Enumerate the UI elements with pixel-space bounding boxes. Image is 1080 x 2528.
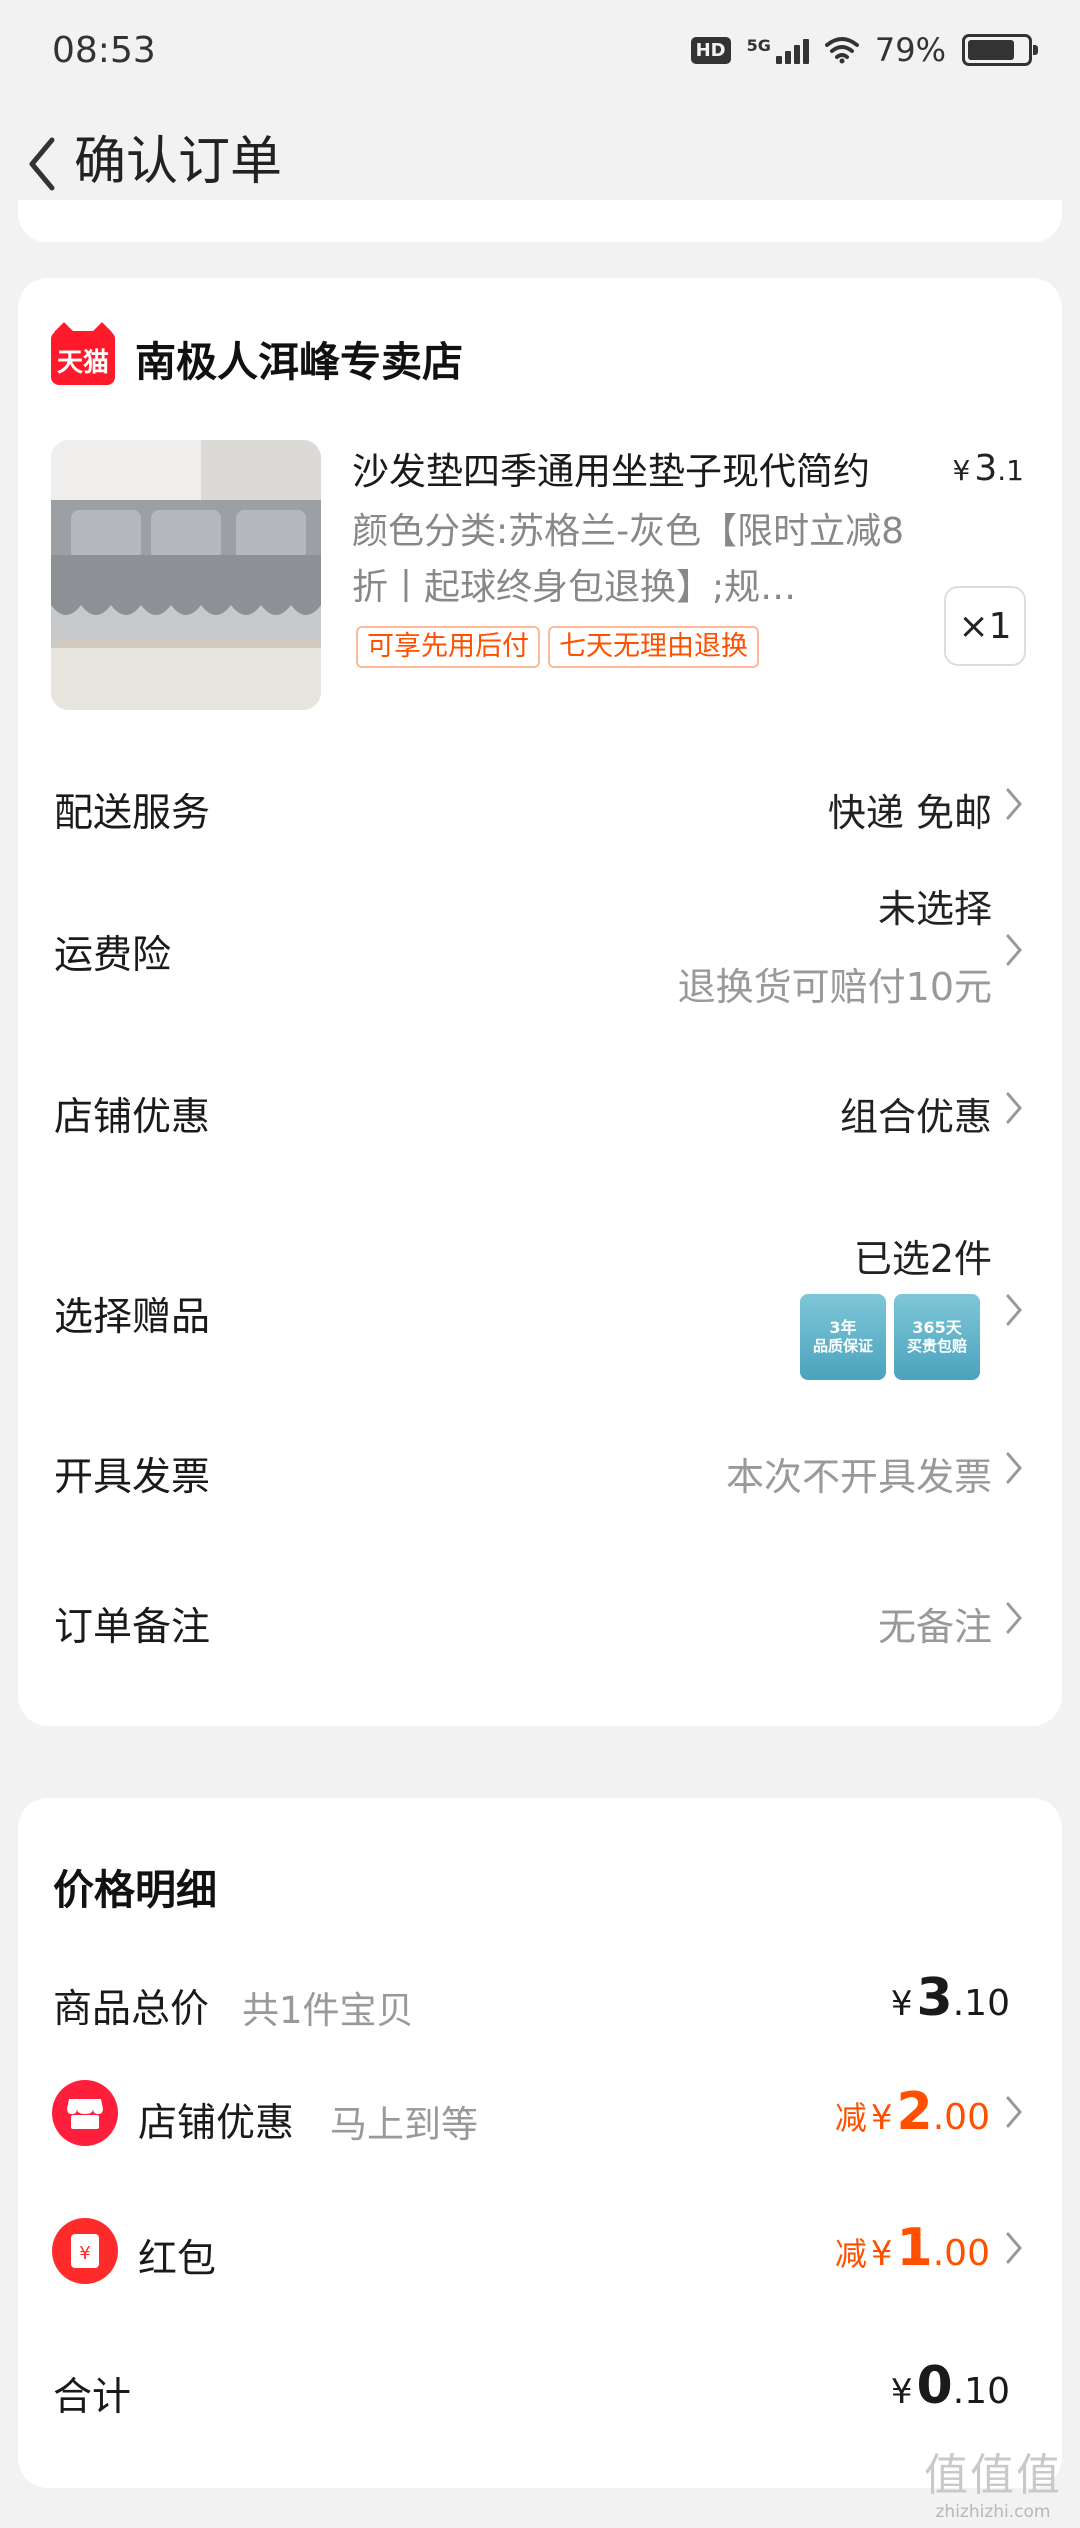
watermark-logo: 值值值 — [924, 2450, 1062, 2501]
goods-total-label: 商品总价 — [53, 1987, 210, 2032]
delivery-label: 配送服务 — [54, 791, 211, 836]
store-discount-detail-sub: 马上到等 — [330, 2103, 478, 2146]
product-sku[interactable]: 颜色分类:苏格兰-灰色【限时立减8折丨起球终身包退换】;规… — [352, 504, 932, 616]
page-title: 确认订单 — [74, 132, 283, 192]
watermark-url: zhizhizhi.com — [935, 2502, 1051, 2522]
chevron-right-icon — [1002, 2092, 1026, 2132]
total-amount: ¥0.10 — [890, 2356, 1010, 2416]
invoice-row[interactable]: 开具发票 本次不开具发票 — [18, 1438, 1062, 1518]
battery-percent: 79% — [874, 31, 946, 69]
status-time: 08:53 — [52, 30, 156, 71]
red-packet-amount[interactable]: 减 ¥1.00 — [835, 2218, 990, 2278]
wifi-icon — [824, 37, 859, 64]
delivery-value: 快递 免邮 — [827, 791, 992, 835]
freight-insurance-value: 未选择 — [877, 887, 992, 931]
store-discount-value: 组合优惠 — [839, 1095, 992, 1139]
freight-insurance-sub: 退换货可赔付10元 — [677, 965, 992, 1009]
chevron-right-icon — [1002, 1088, 1026, 1128]
battery-icon — [962, 34, 1038, 66]
total-label: 合计 — [53, 2375, 132, 2420]
watermark: 值值值 zhizhizhi.com — [918, 2450, 1068, 2528]
tag-seven-day-return: 七天无理由退换 — [548, 626, 759, 668]
chevron-right-icon — [1002, 784, 1026, 824]
status-bar: 08:53 HD 5G 79% — [0, 0, 1080, 105]
chevron-right-icon — [1002, 1598, 1026, 1638]
hd-icon: HD — [690, 36, 731, 64]
chevron-right-icon — [1002, 930, 1026, 970]
store-icon — [52, 2080, 118, 2146]
product-tags: 可享先用后付 七天无理由退换 — [356, 626, 759, 668]
price-detail-title: 价格明细 — [53, 1866, 217, 1914]
gift-thumbnail: 365天 买贵包赔 — [894, 1294, 980, 1380]
freight-insurance-row[interactable]: 运费险 未选择 退换货可赔付10元 — [18, 878, 1062, 1028]
store-discount-label: 店铺优惠 — [54, 1095, 211, 1140]
goods-total-amount: ¥3.10 — [890, 1968, 1010, 2028]
gift-row[interactable]: 选择赠品 已选2件 3年 品质保证 365天 买贵包赔 — [18, 1228, 1062, 1380]
remark-value: 无备注 — [877, 1605, 992, 1649]
tmall-logo: 天猫 — [51, 331, 115, 385]
tag-pay-later: 可享先用后付 — [356, 626, 540, 668]
delivery-row[interactable]: 配送服务 快递 免邮 — [18, 768, 1062, 848]
store-discount-row[interactable]: 店铺优惠 组合优惠 — [18, 1078, 1062, 1158]
network-type: 5G — [746, 36, 771, 55]
goods-count: 共1件宝贝 — [242, 1989, 414, 2032]
product-title[interactable]: 沙发垫四季通用坐垫子现代简约 — [352, 446, 942, 498]
order-card: 天猫 南极人洱峰专卖店 沙发垫四季通用坐垫子现代简约 ¥3.1 颜色分类:苏格兰… — [18, 278, 1062, 1726]
red-packet-label: 红包 — [138, 2237, 217, 2282]
back-arrow-icon[interactable] — [12, 127, 72, 201]
signal-icon: 5G — [747, 36, 809, 64]
freight-insurance-label: 运费险 — [54, 933, 172, 978]
status-icons: HD 5G 79% — [690, 28, 1038, 72]
chevron-right-icon — [1002, 1290, 1026, 1330]
product-image[interactable] — [51, 440, 321, 710]
product-price: ¥3.1 — [952, 448, 1024, 489]
svg-text:¥: ¥ — [79, 2243, 90, 2264]
previous-card-edge — [18, 200, 1062, 242]
gift-label: 选择赠品 — [54, 1295, 211, 1340]
gift-thumbnail: 3年 品质保证 — [800, 1294, 886, 1380]
remark-row[interactable]: 订单备注 无备注 — [18, 1588, 1062, 1668]
store-header[interactable]: 天猫 南极人洱峰专卖店 — [51, 328, 463, 388]
price-detail-card: 价格明细 商品总价 共1件宝贝 ¥3.10 店铺优惠 马上到等 减 ¥2.00 ¥… — [18, 1798, 1062, 2488]
store-discount-amount[interactable]: 减 ¥2.00 — [835, 2082, 990, 2142]
invoice-label: 开具发票 — [54, 1455, 211, 1500]
gift-value: 已选2件 — [853, 1237, 992, 1281]
store-name: 南极人洱峰专卖店 — [135, 338, 463, 386]
chevron-right-icon — [1002, 1448, 1026, 1488]
chevron-right-icon — [1002, 2228, 1026, 2268]
quantity-button[interactable]: ×1 — [944, 586, 1026, 666]
remark-label: 订单备注 — [54, 1605, 211, 1650]
red-packet-icon: ¥ — [52, 2218, 118, 2284]
invoice-value: 本次不开具发票 — [725, 1455, 992, 1499]
store-discount-detail-label: 店铺优惠 — [138, 2101, 295, 2146]
